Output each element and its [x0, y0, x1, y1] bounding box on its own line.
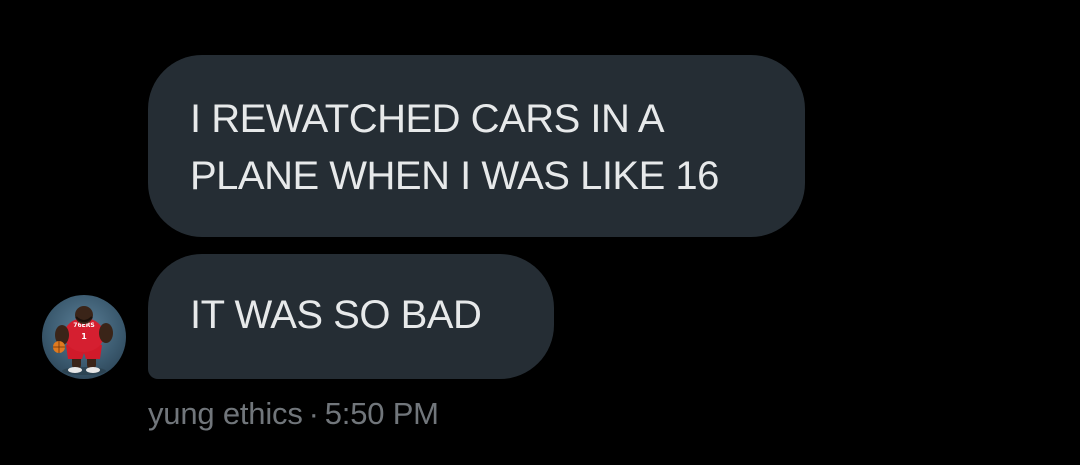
sender-name[interactable]: yung ethics — [148, 396, 303, 431]
message-timestamp: 5:50 PM — [324, 396, 439, 431]
message-meta: yung ethics · 5:50 PM — [148, 396, 439, 432]
meta-separator: · — [308, 396, 319, 431]
message-thread: I REWATCHED CARS IN A PLANE WHEN I WAS L… — [0, 0, 1080, 465]
svg-text:1: 1 — [81, 332, 87, 341]
message-bubble[interactable]: IT WAS SO BAD — [148, 254, 554, 379]
message-text-line: I REWATCHED CARS IN A — [190, 97, 665, 141]
avatar[interactable]: 76ERS 1 — [42, 295, 126, 379]
message-text-line: PLANE WHEN I WAS LIKE 16 — [190, 154, 719, 198]
basketball-player-avatar-icon: 76ERS 1 — [53, 306, 113, 375]
message-text-line: IT WAS SO BAD — [190, 293, 482, 337]
message-bubble[interactable]: I REWATCHED CARS IN A PLANE WHEN I WAS L… — [148, 55, 805, 237]
